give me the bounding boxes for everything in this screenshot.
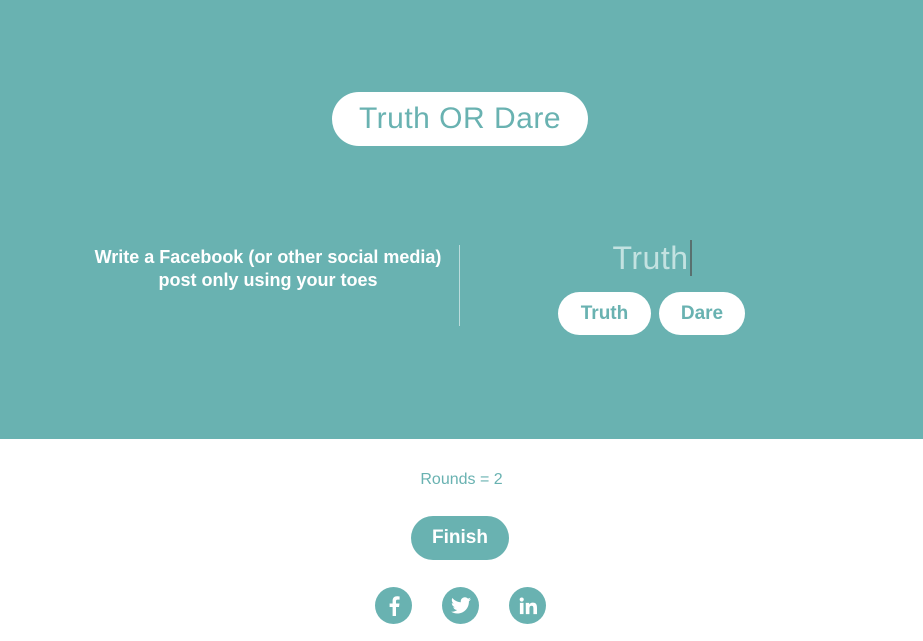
facebook-share-button[interactable] [375, 587, 412, 624]
current-choice-display: Truth [560, 238, 744, 278]
linkedin-icon [519, 596, 537, 614]
truth-button[interactable]: Truth [558, 292, 651, 335]
text-cursor [689, 240, 692, 276]
twitter-share-button[interactable] [442, 587, 479, 624]
challenge-prompt: Write a Facebook (or other social media)… [94, 247, 442, 290]
dare-button[interactable]: Dare [659, 292, 745, 335]
vertical-divider [459, 245, 460, 326]
hero-section: Truth OR Dare Write a Facebook (or other… [0, 0, 923, 439]
linkedin-share-button[interactable] [509, 587, 546, 624]
facebook-icon [389, 595, 400, 616]
rounds-counter: Rounds = 2 [420, 471, 503, 488]
page-title: Truth OR Dare [358, 102, 562, 135]
twitter-icon [450, 597, 471, 614]
title-badge: Truth OR Dare [332, 92, 588, 146]
current-choice-text: Truth [612, 239, 689, 276]
finish-button[interactable]: Finish [411, 516, 509, 560]
